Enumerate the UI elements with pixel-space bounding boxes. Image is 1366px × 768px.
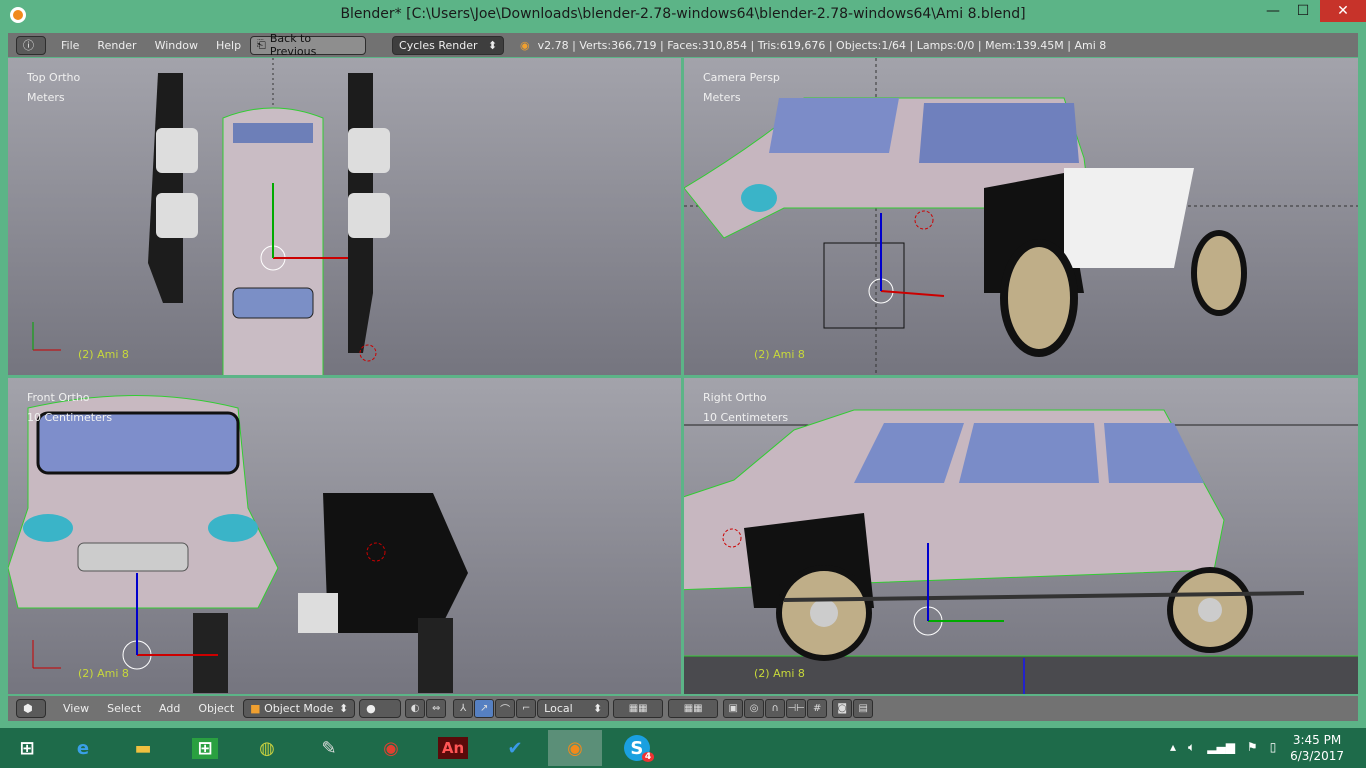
proportional-edit-icon[interactable]: ◎ bbox=[744, 699, 765, 718]
store-icon: ⊞ bbox=[192, 737, 218, 759]
windows-logo-icon: ⊞ bbox=[19, 737, 35, 759]
view-units: Meters bbox=[27, 91, 65, 104]
info-header: ⓘ File Render Window Help ⎗ Back to Previ… bbox=[8, 32, 1358, 58]
taskbar-store[interactable]: ⊞ bbox=[178, 730, 232, 766]
menu-window[interactable]: Window bbox=[146, 39, 207, 52]
volume-icon[interactable]: 🔈︎ bbox=[1188, 740, 1195, 755]
3d-view-header: ⬢ View Select Add Object ■ Object Mode ⬍ … bbox=[8, 696, 1358, 721]
menu-add[interactable]: Add bbox=[150, 702, 189, 715]
blender-icon: ◉ bbox=[567, 737, 583, 759]
windows-taskbar: ⊞ e ▬ ⊞ ◍ ✎ ◉ An ✔ ◉ S4 ▴ 🔈︎ ▂▄▆ ⚑ ▯ 3:45 PM… bbox=[0, 728, 1366, 768]
render-engine-select[interactable]: Cycles Render ⬍ bbox=[392, 35, 505, 55]
view-name: Camera Persp bbox=[703, 71, 780, 84]
back-icon: ⎗ bbox=[257, 38, 266, 51]
render-camera-icon[interactable]: ◙ bbox=[832, 699, 853, 718]
view-units: Meters bbox=[703, 91, 741, 104]
viewport-camera-persp[interactable]: Camera Persp Meters (2) Ami 8 bbox=[684, 58, 1358, 375]
car-camera-view bbox=[684, 58, 1358, 375]
active-object-label: (2) Ami 8 bbox=[78, 348, 129, 361]
scale-icon[interactable]: ⌐ bbox=[516, 699, 537, 718]
taskbar-file-explorer[interactable]: ▬ bbox=[116, 730, 170, 766]
back-to-previous-button[interactable]: ⎗ Back to Previous bbox=[250, 32, 367, 58]
internet-explorer-icon: e bbox=[76, 737, 90, 759]
mode-select[interactable]: ■ Object Mode ⬍ bbox=[243, 699, 356, 718]
menu-file[interactable]: File bbox=[52, 39, 88, 52]
active-object-label: (2) Ami 8 bbox=[754, 667, 805, 680]
taskbar-blender[interactable]: ◉ bbox=[548, 730, 602, 766]
snap-element-icon[interactable]: ⊣⊢ bbox=[786, 699, 807, 718]
view-units: 10 Centimeters bbox=[27, 411, 113, 424]
active-object-label: (2) Ami 8 bbox=[78, 667, 129, 680]
transform-manipulator-icon[interactable]: ⅄ bbox=[453, 699, 474, 718]
car-top-view bbox=[32, 58, 390, 375]
palette-icon: ✎ bbox=[321, 737, 337, 759]
orientation-select[interactable]: Local ⬍ bbox=[537, 699, 610, 718]
window-title: Blender* [C:\Users\Joe\Downloads\blender… bbox=[340, 6, 1026, 22]
pivot-icon[interactable]: ◐ bbox=[405, 699, 426, 718]
signal-icon[interactable]: ▂▄▆ bbox=[1207, 740, 1235, 755]
rotate-icon[interactable]: ⌒ bbox=[495, 699, 516, 718]
notification-badge: 4 bbox=[641, 752, 655, 762]
viewport-front-ortho[interactable]: Front Ortho 10 Centimeters (2) Ami 8 bbox=[8, 378, 681, 694]
show-hidden-icons[interactable]: ▴ bbox=[1170, 740, 1176, 755]
editor-type-button[interactable]: ⬢ bbox=[16, 699, 46, 718]
menu-view[interactable]: View bbox=[54, 702, 98, 715]
blender-logo-icon: ◉ bbox=[520, 38, 530, 52]
taskbar-paint[interactable]: ✎ bbox=[302, 730, 356, 766]
view-units: 10 Centimeters bbox=[703, 411, 789, 424]
shading-select[interactable]: ● bbox=[359, 699, 402, 718]
taskbar-app[interactable]: ◍ bbox=[240, 730, 294, 766]
editor-type-button[interactable]: ⓘ bbox=[16, 35, 46, 55]
chrome-icon: ◉ bbox=[383, 737, 399, 759]
info-icon: ⓘ bbox=[23, 39, 34, 52]
layers-grid-2[interactable]: ▦▦ bbox=[668, 699, 719, 718]
layers-grid-1[interactable]: ▦▦ bbox=[613, 699, 664, 718]
view-name: Right Ortho bbox=[703, 391, 767, 404]
menu-help[interactable]: Help bbox=[207, 39, 250, 52]
manipulator-icon[interactable]: ⇔ bbox=[426, 699, 447, 718]
snap-magnet-icon[interactable]: ∩ bbox=[765, 699, 786, 718]
render-animation-icon[interactable]: ▤ bbox=[853, 699, 874, 718]
clock[interactable]: 3:45 PM 6/3/2017 bbox=[1290, 732, 1344, 764]
active-object-label: (2) Ami 8 bbox=[754, 348, 805, 361]
taskbar-chrome[interactable]: ◉ bbox=[364, 730, 418, 766]
translate-icon[interactable]: ↗ bbox=[474, 699, 495, 718]
cube-icon: ■ bbox=[250, 702, 261, 715]
close-button[interactable]: ✕ bbox=[1320, 0, 1366, 22]
animate-icon: An bbox=[437, 737, 469, 759]
cube-view-icon: ⬢ bbox=[23, 702, 33, 715]
sphere-icon: ● bbox=[366, 702, 376, 715]
snap-target-icon[interactable]: # bbox=[807, 699, 828, 718]
taskbar-animate[interactable]: An bbox=[426, 730, 480, 766]
start-button[interactable]: ⊞ bbox=[0, 730, 54, 766]
menu-select[interactable]: Select bbox=[98, 702, 150, 715]
scene-stats: v2.78 | Verts:366,719 | Faces:310,854 | … bbox=[537, 38, 1107, 52]
minimize-button[interactable]: — bbox=[1258, 0, 1288, 22]
taskbar-skype[interactable]: S4 bbox=[612, 730, 666, 766]
view-name: Top Ortho bbox=[27, 71, 81, 84]
title-bar: Blender* [C:\Users\Joe\Downloads\blender… bbox=[0, 0, 1366, 31]
checkmark-icon: ✔ bbox=[507, 737, 523, 759]
lock-layers-icon[interactable]: ▣ bbox=[723, 699, 744, 718]
globe-icon: ◍ bbox=[259, 737, 275, 759]
system-tray: ▴ 🔈︎ ▂▄▆ ⚑ ▯ bbox=[1170, 740, 1276, 755]
battery-icon[interactable]: ▯ bbox=[1270, 740, 1277, 755]
taskbar-internet-explorer[interactable]: e bbox=[56, 730, 110, 766]
menu-object[interactable]: Object bbox=[189, 702, 243, 715]
folder-icon: ▬ bbox=[134, 737, 152, 759]
maximize-button[interactable]: ☐ bbox=[1288, 0, 1318, 22]
flag-icon[interactable]: ⚑ bbox=[1247, 740, 1258, 755]
view-name: Front Ortho bbox=[27, 391, 90, 404]
menu-render[interactable]: Render bbox=[88, 39, 145, 52]
viewport-top-ortho[interactable]: Top Ortho Meters (2) Ami 8 bbox=[8, 58, 681, 375]
viewport-right-ortho[interactable]: Right Ortho 10 Centimeters (2) Ami 8 bbox=[684, 378, 1358, 694]
taskbar-todo[interactable]: ✔ bbox=[488, 730, 542, 766]
